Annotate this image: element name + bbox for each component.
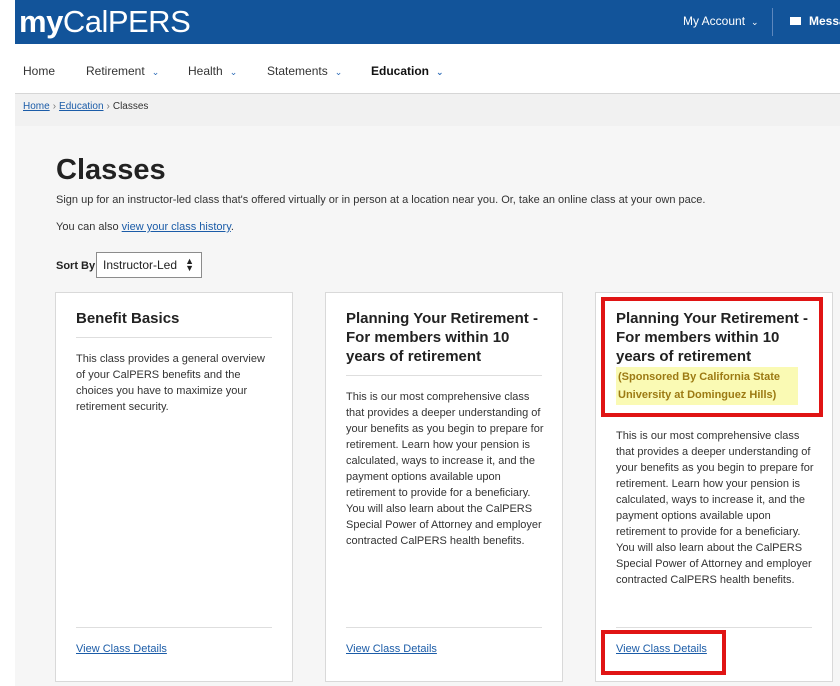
class-history-text: You can also view your class history.: [56, 221, 234, 233]
chevron-down-icon: ⌄: [334, 67, 343, 77]
my-account-menu[interactable]: My Account ⌄: [683, 14, 759, 28]
page-intro: Sign up for an instructor-led class that…: [56, 194, 706, 206]
highlight-box-title: [601, 297, 823, 417]
envelope-icon: [790, 17, 801, 25]
class-history-link[interactable]: view your class history: [122, 221, 231, 233]
nav-statements[interactable]: Statements ⌄: [267, 64, 342, 78]
breadcrumb-bar: Home › Education › Classes: [15, 94, 840, 126]
up-down-arrows-icon: ▲ ▼: [185, 256, 194, 273]
breadcrumb-home[interactable]: Home: [23, 101, 50, 112]
calpers-logo[interactable]: myCalPERS: [19, 3, 191, 41]
sort-by-select[interactable]: Instructor-Led ▲ ▼: [96, 252, 202, 278]
class-description: This class provides a general overview o…: [76, 353, 265, 413]
breadcrumb-separator: ›: [106, 101, 110, 112]
sort-selected-value: Instructor-Led: [103, 258, 178, 272]
nav-health[interactable]: Health ⌄: [188, 64, 237, 78]
main-nav: Home Retirement ⌄ Health ⌄ Statements ⌄ Edu…: [15, 44, 840, 94]
chevron-down-icon: ⌄: [751, 17, 759, 27]
class-title: Planning Your Retirement - For members w…: [346, 310, 538, 365]
card-divider: [346, 627, 542, 628]
nav-home[interactable]: Home: [23, 64, 55, 78]
sort-by-label: Sort By: [56, 260, 96, 272]
highlight-box-link: [601, 630, 726, 675]
breadcrumb-current: Classes: [112, 101, 149, 112]
card-divider: [76, 627, 272, 628]
class-description: This is our most comprehensive class tha…: [346, 391, 544, 547]
nav-retirement[interactable]: Retirement ⌄: [86, 64, 159, 78]
top-header: myCalPERS My Account ⌄ Messa: [15, 0, 840, 44]
breadcrumb: Home › Education › Classes: [23, 101, 148, 112]
nav-education[interactable]: Education ⌄: [371, 64, 444, 78]
chevron-down-icon: ⌄: [151, 67, 160, 77]
view-class-details-link[interactable]: View Class Details: [76, 643, 167, 655]
page-title: Classes: [56, 154, 166, 186]
my-account-label: My Account: [683, 14, 746, 28]
breadcrumb-separator: ›: [52, 101, 57, 112]
messages-link[interactable]: Messa: [790, 14, 840, 28]
chevron-down-icon: ⌄: [229, 67, 238, 77]
card-divider: [616, 627, 812, 628]
card-divider: [346, 375, 542, 376]
class-card-planning-retirement: Planning Your Retirement - For members w…: [325, 292, 563, 682]
card-divider: [76, 337, 272, 338]
class-card-benefit-basics: Benefit Basics This class provides a gen…: [55, 292, 293, 682]
view-class-details-link[interactable]: View Class Details: [346, 643, 437, 655]
messages-label: Messa: [809, 14, 840, 28]
class-title: Benefit Basics: [76, 310, 180, 327]
breadcrumb-education[interactable]: Education: [59, 101, 103, 112]
class-description: This is our most comprehensive class tha…: [616, 430, 814, 586]
chevron-down-icon: ⌄: [436, 67, 444, 77]
header-divider: [772, 8, 773, 36]
